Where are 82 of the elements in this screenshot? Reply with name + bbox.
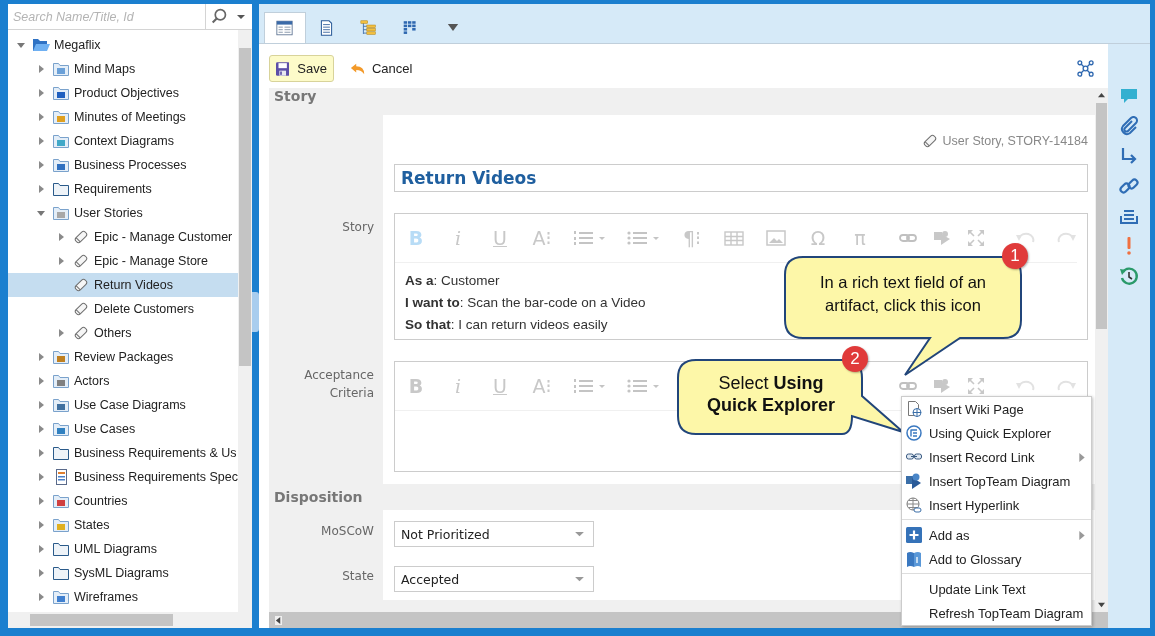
menu-item[interactable]: Insert Wiki Page <box>902 397 1091 421</box>
tree-item[interactable]: Business Requirements Spec <box>8 465 238 489</box>
artifact-type-label: User Story, STORY-14184 <box>942 134 1088 148</box>
menu-item[interactable]: Insert Hyperlink <box>902 493 1091 517</box>
tree-item[interactable]: Delete Customers <box>8 297 238 321</box>
history-icon[interactable] <box>1119 266 1139 286</box>
horizontal-scrollbar[interactable] <box>8 612 252 628</box>
menu-item[interactable]: Refresh TopTeam Diagram <box>902 601 1091 625</box>
story-text-line: So that: I can return videos easily <box>405 316 608 334</box>
title-field[interactable]: Return Videos <box>394 164 1088 192</box>
tree-item[interactable]: Business Processes <box>8 153 238 177</box>
menu-item[interactable]: Using Quick Explorer <box>902 421 1091 445</box>
tree-item[interactable]: Actors <box>8 369 238 393</box>
bullet-list-icon[interactable] <box>627 229 661 247</box>
tree-item[interactable]: UML Diagrams <box>8 537 238 561</box>
folder-icon <box>52 565 70 581</box>
numbered-list-icon[interactable] <box>573 377 607 395</box>
save-button[interactable]: Save <box>269 55 334 82</box>
tree-item[interactable]: Use Cases <box>8 417 238 441</box>
folder-icon <box>52 181 70 197</box>
tree-item[interactable]: Context Diagrams <box>8 129 238 153</box>
link-icon[interactable] <box>1119 176 1139 196</box>
section-heading: Story <box>273 88 317 106</box>
plus-icon <box>906 527 922 543</box>
hierarchy-icon <box>360 19 378 36</box>
menu-item[interactable]: Insert Record Link <box>902 445 1091 469</box>
globe-icon <box>906 497 922 513</box>
field-label: MoSCoW <box>320 523 374 540</box>
tree-item[interactable]: Product Objectives <box>8 81 238 105</box>
tree-item[interactable]: Epic - Manage Customer <box>8 225 238 249</box>
scroll-up-arrow-icon[interactable] <box>1097 92 1106 99</box>
tree-item[interactable]: Others <box>8 321 238 345</box>
folder-icon <box>32 37 50 53</box>
bullet-list-icon[interactable] <box>627 377 661 395</box>
page-globe-icon <box>906 401 922 417</box>
menu-item[interactable]: Insert TopTeam Diagram <box>902 469 1091 493</box>
field-label: Story <box>341 219 374 236</box>
dropdown-arrow-icon <box>574 530 585 538</box>
tree-item[interactable]: Countries <box>8 489 238 513</box>
story-text-line: I want to: Scan the bar-code on a Video <box>405 294 646 312</box>
tree-item[interactable]: Business Requirements & Us <box>8 441 238 465</box>
splitter-handle[interactable] <box>252 292 259 332</box>
tree-item[interactable]: SysML Diagrams <box>8 561 238 585</box>
tree-item[interactable]: Minutes of Meetings <box>8 105 238 129</box>
scroll-down-arrow-icon[interactable] <box>1097 601 1106 608</box>
dropdown-field[interactable]: Accepted <box>394 566 594 592</box>
tree-item[interactable]: User Stories <box>8 201 238 225</box>
numbered-list-icon[interactable] <box>573 229 607 247</box>
menu-item[interactable]: Update Link Text <box>902 577 1091 601</box>
cancel-button[interactable]: Cancel <box>346 55 417 82</box>
network-icon[interactable] <box>1077 60 1094 77</box>
comment-icon[interactable] <box>1119 86 1139 106</box>
tree-item[interactable]: Mind Maps <box>8 57 238 81</box>
book-icon <box>906 551 922 567</box>
tree-item[interactable]: Review Packages <box>8 345 238 369</box>
tree-item[interactable]: Requirements <box>8 177 238 201</box>
tree-item[interactable]: Megaflix <box>8 33 238 57</box>
view-tab[interactable] <box>264 12 306 43</box>
dropdown-arrow-icon <box>574 575 585 583</box>
folder-icon <box>52 445 70 461</box>
turn-arrow-icon[interactable] <box>1119 146 1139 166</box>
form-icon <box>276 20 294 36</box>
field-label: Acceptance Criteria <box>303 367 374 402</box>
paperclip-icon[interactable] <box>1119 116 1139 136</box>
tree-item[interactable]: Return Videos <box>8 273 238 297</box>
scroll-left-arrow-icon[interactable] <box>275 615 282 625</box>
dropdown-arrow-icon[interactable] <box>447 23 459 32</box>
story-text-line: As a: Customer <box>405 272 500 290</box>
folder-icon <box>52 541 70 557</box>
section-heading: Disposition <box>273 488 363 507</box>
diagram-icon <box>906 473 922 489</box>
field-label: State <box>341 568 374 585</box>
menu-item[interactable]: Add as <box>902 523 1091 547</box>
menu-item[interactable]: Add to Glossary <box>902 547 1091 571</box>
tree-item[interactable]: Wireframes <box>8 585 238 609</box>
explorer-icon <box>906 425 922 441</box>
tree-item[interactable]: Use Case Diagrams <box>8 393 238 417</box>
vertical-scrollbar[interactable] <box>238 30 252 612</box>
tree-item[interactable]: States <box>8 513 238 537</box>
search-icon[interactable] <box>211 8 228 25</box>
dropdown-field[interactable]: Not Prioritized <box>394 521 594 547</box>
tree-item[interactable]: Epic - Manage Store <box>8 249 238 273</box>
